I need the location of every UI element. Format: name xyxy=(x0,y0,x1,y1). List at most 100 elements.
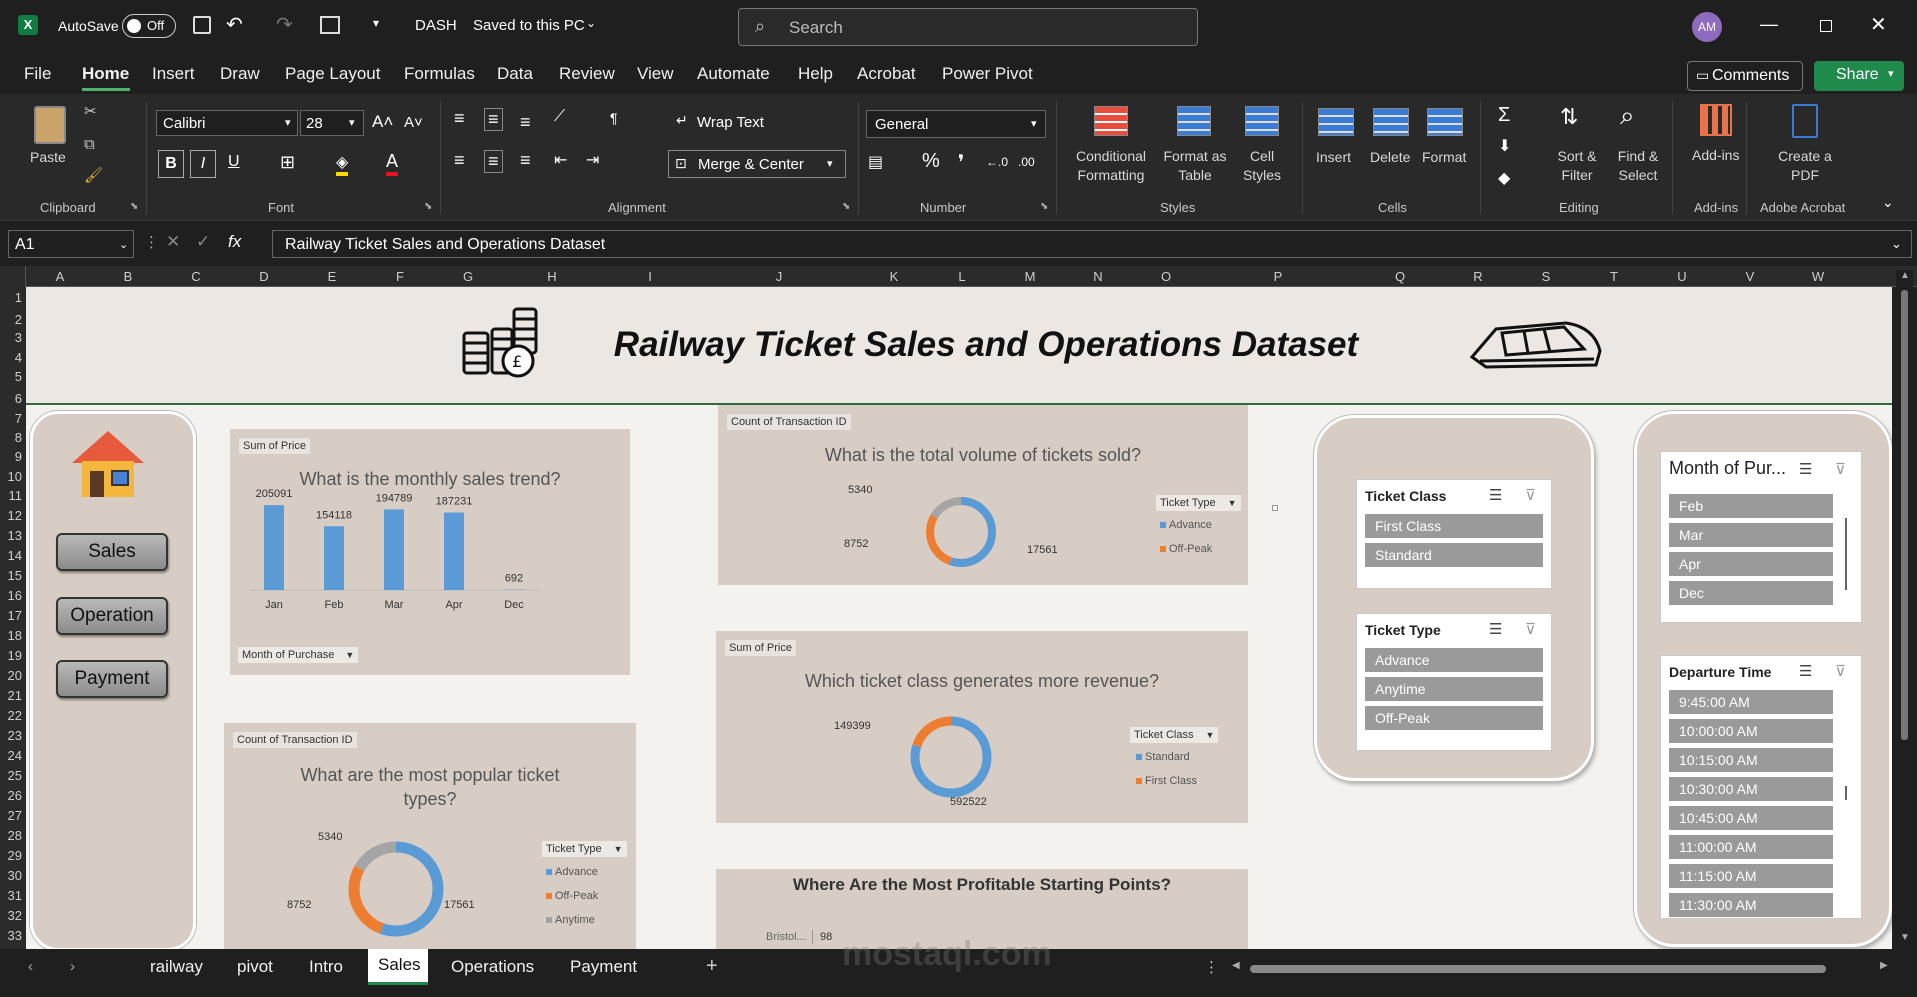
comments-button[interactable]: ▭ Comments xyxy=(1687,61,1803,91)
row-number[interactable]: 20 xyxy=(0,668,22,683)
enter-icon[interactable]: ✓ xyxy=(196,232,210,252)
col-e[interactable]: E xyxy=(298,269,366,284)
value-field-tag[interactable]: Count of Transaction ID xyxy=(232,731,358,749)
slicer-departure-time[interactable]: Departure Time ☰ ⊽ 9:45:00 AM 10:00:00 A… xyxy=(1660,655,1862,919)
delete-cells-icon[interactable] xyxy=(1373,108,1409,136)
add-ins-icon[interactable] xyxy=(1700,104,1732,136)
conditional-formatting-icon[interactable] xyxy=(1094,106,1128,136)
row-number[interactable]: 3 xyxy=(0,330,22,345)
col-c[interactable]: C xyxy=(162,269,230,284)
slicer-item[interactable]: Mar xyxy=(1669,523,1833,547)
paste-icon[interactable] xyxy=(34,106,66,144)
percent-icon[interactable]: % xyxy=(922,150,940,173)
legend-filter-button[interactable]: Ticket Type ▼ xyxy=(542,841,627,857)
slicer-item[interactable]: First Class xyxy=(1365,514,1543,538)
multi-select-icon[interactable]: ☰ xyxy=(1799,460,1812,478)
sheet-tab-sales-active[interactable]: Sales xyxy=(368,949,428,985)
slicer-item[interactable]: 10:00:00 AM xyxy=(1669,719,1833,743)
decrease-decimal-icon[interactable]: .00 xyxy=(1018,155,1035,169)
format-cells-icon[interactable] xyxy=(1427,108,1463,136)
dialog-launcher-icon[interactable]: ⬊ xyxy=(842,201,850,212)
customize-qat-icon[interactable]: ▾ xyxy=(373,16,379,30)
tab-data[interactable]: Data xyxy=(497,64,533,84)
comma-style-icon[interactable]: ❜ xyxy=(958,150,964,175)
row-number[interactable]: 30 xyxy=(0,868,22,883)
collapse-ribbon-icon[interactable]: ⌄ xyxy=(1882,194,1894,211)
row-number[interactable]: 22 xyxy=(0,708,22,723)
col-o[interactable]: O xyxy=(1132,269,1200,284)
col-v[interactable]: V xyxy=(1716,269,1784,284)
multi-select-icon[interactable]: ☰ xyxy=(1489,486,1502,504)
multi-select-icon[interactable]: ☰ xyxy=(1489,620,1502,638)
row-number[interactable]: 18 xyxy=(0,628,22,643)
bold-button[interactable]: B xyxy=(158,150,184,178)
nav-payment-button[interactable]: Payment xyxy=(56,660,168,698)
minimize-icon[interactable]: — xyxy=(1760,14,1778,35)
save-icon[interactable] xyxy=(193,16,211,34)
row-number[interactable]: 12 xyxy=(0,508,22,523)
formula-input[interactable]: Railway Ticket Sales and Operations Data… xyxy=(272,230,1912,258)
col-h[interactable]: H xyxy=(502,269,602,284)
align-middle-icon[interactable]: ≡ xyxy=(484,108,503,131)
format-cells-label[interactable]: Format xyxy=(1422,149,1466,165)
slicer-item[interactable]: Anytime xyxy=(1365,677,1543,701)
col-m[interactable]: M xyxy=(996,269,1064,284)
text-direction-icon[interactable]: ¶ xyxy=(610,110,618,126)
bar-mar[interactable] xyxy=(384,509,404,590)
row-number[interactable]: 21 xyxy=(0,688,22,703)
slicer-item[interactable]: Feb xyxy=(1669,494,1833,518)
tab-page-layout[interactable]: Page Layout xyxy=(285,64,380,84)
col-p[interactable]: P xyxy=(1200,269,1356,284)
tab-power-pivot[interactable]: Power Pivot xyxy=(942,64,1033,84)
row-number[interactable]: 15 xyxy=(0,568,22,583)
col-a[interactable]: A xyxy=(26,269,94,284)
slicer-item[interactable]: Apr xyxy=(1669,552,1833,576)
slicer-item[interactable]: 10:30:00 AM xyxy=(1669,777,1833,801)
clear-filter-icon[interactable]: ⊽ xyxy=(1525,486,1536,504)
accounting-format-icon[interactable]: ▤ xyxy=(868,152,883,172)
slicer-ticket-class[interactable]: Ticket Class ☰ ⊽ First Class Standard xyxy=(1356,479,1552,589)
clear-icon[interactable]: ◆ xyxy=(1498,168,1510,188)
row-number[interactable]: 8 xyxy=(0,430,22,445)
nav-sales-button[interactable]: Sales xyxy=(56,533,168,571)
row-number[interactable]: 29 xyxy=(0,848,22,863)
row-number[interactable]: 16 xyxy=(0,588,22,603)
h-scroll-left-icon[interactable]: ◀ xyxy=(1232,960,1240,971)
tab-home[interactable]: Home xyxy=(82,64,129,84)
delete-cells-label[interactable]: Delete xyxy=(1370,149,1410,165)
col-s[interactable]: S xyxy=(1512,269,1580,284)
tab-help[interactable]: Help xyxy=(798,64,833,84)
slicer-item[interactable]: 11:30:00 AM xyxy=(1669,893,1833,917)
expand-formula-icon[interactable]: ⌄ xyxy=(1891,236,1902,252)
insert-function-icon[interactable]: fx xyxy=(228,232,241,252)
create-pdf-icon[interactable] xyxy=(1792,104,1818,138)
row-number[interactable]: 13 xyxy=(0,528,22,543)
scroll-up-icon[interactable]: ▲ xyxy=(1900,270,1910,281)
slicer-scrollbar[interactable] xyxy=(1845,518,1847,590)
add-ins-label[interactable]: Add-ins xyxy=(1692,147,1739,163)
col-i[interactable]: I xyxy=(602,269,698,284)
merge-center-button[interactable]: ⊡ Merge & Center ▾ xyxy=(668,150,846,178)
slicer-item[interactable]: Standard xyxy=(1365,543,1543,567)
vertical-scrollbar[interactable]: ▲ ▼ xyxy=(1896,270,1913,946)
conditional-formatting-label[interactable]: Conditional Formatting xyxy=(1066,147,1156,185)
format-painter-icon[interactable]: 🖌 xyxy=(84,166,103,184)
row-number[interactable]: 1 xyxy=(0,290,22,305)
row-number[interactable]: 6 xyxy=(0,391,22,406)
value-field-tag[interactable]: Count of Transaction ID xyxy=(726,413,852,431)
select-all[interactable] xyxy=(0,266,26,287)
tab-formulas[interactable]: Formulas xyxy=(404,64,475,84)
tab-insert[interactable]: Insert xyxy=(152,64,195,84)
tab-review[interactable]: Review xyxy=(559,64,615,84)
sort-filter-icon[interactable]: ⇅ xyxy=(1560,104,1578,130)
row-number[interactable]: 27 xyxy=(0,808,22,823)
font-name-select[interactable]: Calibri ▾ xyxy=(156,110,298,136)
col-j[interactable]: J xyxy=(698,269,860,284)
multi-select-icon[interactable]: ☰ xyxy=(1799,662,1812,680)
create-pdf-label[interactable]: Create a PDF xyxy=(1776,147,1834,185)
wrap-text-button[interactable]: Wrap Text xyxy=(697,114,764,131)
col-t[interactable]: T xyxy=(1580,269,1648,284)
dashboard-sheet[interactable]: £ Railway Ticket Sales and Operations Da… xyxy=(26,287,1892,949)
align-top-icon[interactable]: ≡ xyxy=(454,108,465,129)
sheet-tab-pivot[interactable]: pivot xyxy=(237,957,273,977)
